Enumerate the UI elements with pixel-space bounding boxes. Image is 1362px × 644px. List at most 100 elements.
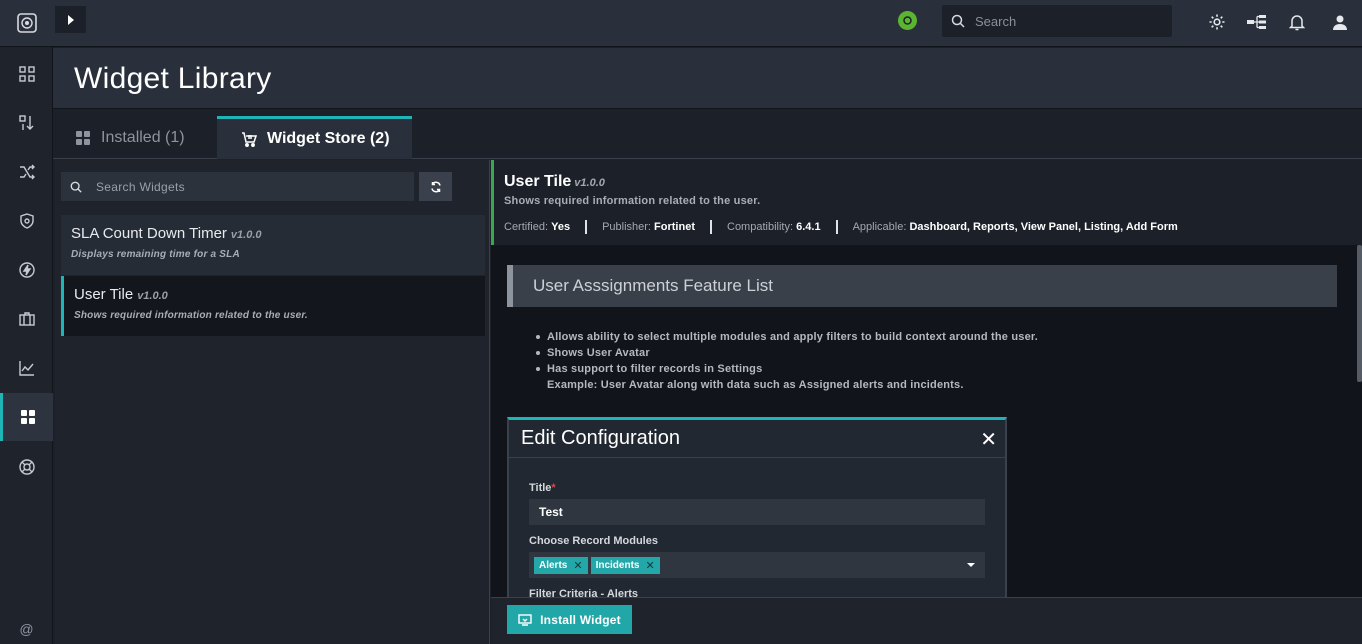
widget-detail-title-row: User Tile v1.0.0	[504, 173, 605, 191]
widget-detail-title: User Tile	[504, 173, 572, 190]
nav-reports[interactable]	[0, 344, 53, 392]
meta-divider	[585, 220, 588, 234]
widget-search[interactable]	[61, 172, 414, 201]
feature-item: Allows ability to select multiple module…	[535, 331, 1039, 343]
preview-title-field: Test	[529, 499, 985, 525]
feature-list: Allows ability to select multiple module…	[535, 329, 1039, 393]
tab-installed[interactable]: Installed (1)	[75, 116, 185, 159]
settings-button[interactable]	[1207, 12, 1227, 32]
preview-modules-label: Choose Record Modules	[529, 535, 658, 547]
tab-installed-label: Installed (1)	[101, 128, 185, 146]
module-chip-label: Incidents	[595, 559, 640, 571]
preview-screenshot: Edit Configuration ✕ Title* Test Choose …	[507, 417, 1007, 597]
global-search[interactable]	[942, 5, 1172, 37]
widget-description: Shows required information related to th…	[74, 310, 308, 321]
module-chip-label: Alerts	[539, 559, 568, 571]
widget-name: SLA Count Down Timer	[71, 225, 227, 242]
widget-meta-row: Certified: Yes Publisher: Fortinet Compa…	[504, 220, 1178, 234]
widget-card-sla-timer[interactable]: SLA Count Down Timer v1.0.0 Displays rema…	[61, 215, 485, 275]
install-widget-button[interactable]: Install Widget	[507, 605, 632, 634]
meta-divider	[835, 220, 838, 234]
preview-title-label-text: Title	[529, 482, 552, 494]
plug-icon	[903, 16, 912, 25]
publisher-value: Fortinet	[654, 221, 695, 233]
search-icon	[70, 181, 82, 193]
applicable-value: Dashboard, Reports, View Panel, Listing,…	[909, 221, 1178, 233]
feature-example: Example: User Avatar along with data suc…	[547, 379, 964, 391]
nav-security[interactable]	[0, 197, 53, 245]
widgets-icon	[76, 130, 90, 145]
tab-widget-store[interactable]: Widget Store (2)	[217, 116, 412, 159]
logo-icon	[16, 13, 37, 33]
user-menu-button[interactable]	[1330, 12, 1350, 32]
briefcase-icon	[18, 312, 35, 326]
widgets-icon	[21, 410, 35, 424]
close-icon: ✕	[980, 429, 997, 451]
detail-scrollbar[interactable]	[1357, 245, 1362, 382]
connection-status-icon[interactable]	[898, 11, 917, 30]
applicable-label: Applicable:	[852, 221, 907, 233]
feature-item: Shows User Avatar	[535, 345, 1038, 361]
cart-icon	[242, 132, 257, 147]
tab-widget-store-label: Widget Store (2)	[267, 130, 390, 147]
install-icon	[518, 613, 532, 626]
left-nav-rail: @	[0, 0, 53, 644]
widget-card-user-tile[interactable]: User Tile v1.0.0 Shows required informati…	[61, 276, 485, 336]
widget-version: v1.0.0	[137, 290, 168, 302]
help-icon	[18, 459, 35, 475]
preview-dialog-title: Edit Configuration	[521, 427, 680, 449]
compatibility-value: 6.4.1	[796, 221, 821, 233]
preview-title-label: Title*	[529, 482, 556, 494]
certified-value: Yes	[551, 221, 571, 233]
bolt-icon	[18, 262, 35, 278]
notifications-button[interactable]	[1287, 12, 1307, 32]
widget-detail-version: v1.0.0	[574, 177, 605, 189]
meta-divider	[710, 220, 712, 234]
sidebar-toggle-button[interactable]	[55, 6, 86, 33]
chip-remove-icon: ✕	[645, 559, 655, 572]
feature-item: Has support to filter records in Setting…	[535, 361, 1038, 377]
install-widget-label: Install Widget	[540, 612, 621, 627]
refresh-button[interactable]	[419, 172, 452, 201]
shield-icon	[19, 213, 34, 229]
nav-content-hub[interactable]	[0, 295, 53, 343]
widget-version: v1.0.0	[230, 229, 262, 241]
refresh-icon	[430, 181, 441, 192]
nav-help[interactable]	[0, 443, 53, 491]
detail-footer: Install Widget	[491, 597, 1362, 644]
caret-right-icon	[67, 14, 74, 25]
nav-widgets[interactable]	[0, 393, 53, 441]
sort-icon	[18, 115, 33, 130]
nav-dashboard[interactable]	[0, 50, 53, 98]
nav-playbooks[interactable]	[0, 246, 53, 294]
search-icon	[951, 14, 965, 28]
chevron-down-icon	[967, 563, 975, 567]
page-header: Widget Library	[53, 48, 1362, 109]
chart-icon	[18, 361, 34, 376]
nav-queue[interactable]	[0, 99, 53, 147]
publisher-label: Publisher:	[602, 221, 651, 233]
module-chip: Incidents ✕	[590, 556, 660, 574]
preview-dialog-header: Edit Configuration ✕	[509, 420, 1005, 458]
widget-detail-summary: Shows required information related to th…	[504, 195, 761, 207]
about-link[interactable]: @	[0, 614, 53, 644]
feature-list-heading: User Asssignments Feature List	[507, 265, 1337, 307]
widget-search-input[interactable]	[96, 179, 396, 194]
certified-label: Certified:	[504, 221, 549, 233]
workflow-button[interactable]	[1247, 12, 1267, 32]
shuffle-icon	[19, 164, 35, 180]
module-chip: Alerts ✕	[534, 556, 588, 574]
dashboard-icon	[18, 66, 35, 82]
required-mark: *	[551, 482, 556, 494]
nav-automation[interactable]	[0, 148, 53, 196]
preview-modules-field: Alerts ✕ Incidents ✕	[529, 552, 985, 578]
preview-filter-label: Filter Criteria - Alerts	[529, 588, 639, 597]
compatibility-label: Compatibility:	[727, 221, 794, 233]
app-logo[interactable]	[0, 0, 53, 47]
bell-icon	[1289, 15, 1305, 31]
library-tabs: Installed (1) Widget Store (2)	[53, 110, 1362, 159]
global-search-input[interactable]	[975, 13, 1155, 29]
widget-detail-body[interactable]: User Asssignments Feature List Allows ab…	[491, 245, 1362, 597]
user-icon	[1333, 15, 1347, 30]
top-bar	[53, 0, 1362, 47]
